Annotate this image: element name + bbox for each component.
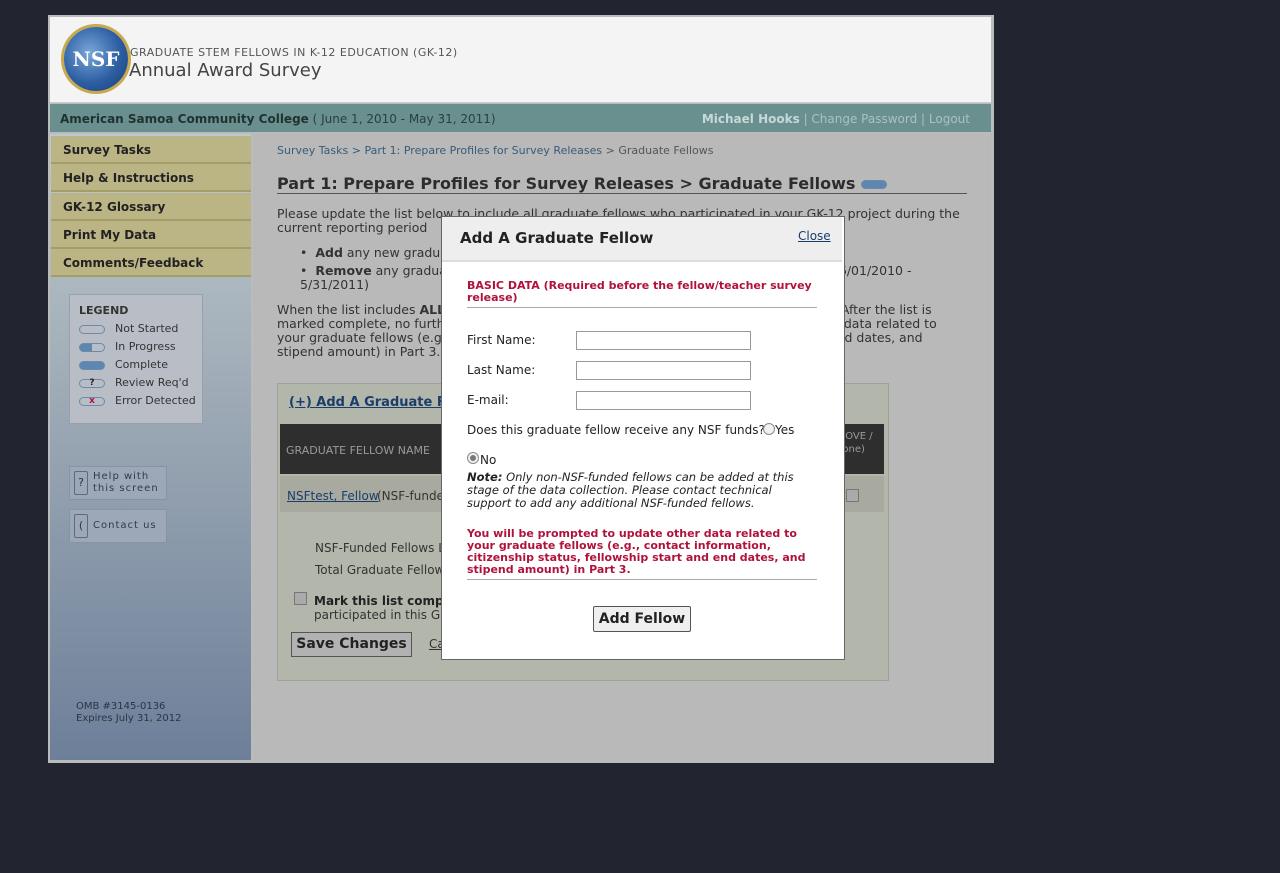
- para-text: When the list includes: [277, 302, 420, 317]
- breadcrumb: Survey Tasks > Part 1: Prepare Profiles …: [277, 144, 714, 157]
- help-label: Help with this screen: [93, 471, 159, 494]
- institution-name: American Samoa Community College: [60, 112, 309, 126]
- breadcrumb-sep: >: [602, 144, 619, 157]
- institution-info: American Samoa Community College ( June …: [60, 112, 496, 126]
- bullet-remove-bold: Remove: [315, 263, 372, 278]
- breadcrumb-survey-tasks[interactable]: Survey Tasks: [277, 144, 348, 157]
- nav-label: Comments/Feedback: [63, 256, 204, 270]
- remove-checkbox[interactable]: [846, 489, 859, 502]
- nav-comments-feedback[interactable]: Comments/Feedback: [51, 249, 251, 277]
- status-pill-empty-icon: [79, 324, 105, 334]
- question-icon: ?: [74, 471, 88, 495]
- close-link[interactable]: Close: [798, 229, 831, 243]
- breadcrumb-sep: >: [348, 144, 365, 157]
- dialog-title: Add A Graduate Fellow: [460, 229, 654, 247]
- breadcrumb-current: Graduate Fellows: [618, 144, 714, 157]
- funding-note: Note: Only non-NSF-funded fellows can be…: [467, 471, 817, 510]
- nav-print-my-data[interactable]: Print My Data: [51, 221, 251, 249]
- add-fellow-button[interactable]: Add Fellow: [593, 606, 691, 632]
- note-text: Only non-NSF-funded fellows can be added…: [467, 470, 794, 510]
- legend-in-progress: In Progress: [79, 340, 176, 353]
- nav-label: GK-12 Glossary: [63, 200, 166, 214]
- nsf-funds-question: Does this graduate fellow receive any NS…: [467, 423, 765, 437]
- omb-expires: Expires July 31, 2012: [76, 713, 182, 724]
- save-changes-button[interactable]: Save Changes: [291, 632, 412, 657]
- nav-survey-tasks[interactable]: Survey Tasks: [51, 136, 251, 164]
- user-links: Michael Hooks | Change Password | Logout: [702, 112, 970, 126]
- yes-radio[interactable]: [763, 423, 775, 435]
- status-pill-full-icon: [79, 360, 105, 370]
- separator: |: [799, 112, 812, 126]
- breadcrumb-part1[interactable]: Part 1: Prepare Profiles for Survey Rele…: [364, 144, 602, 157]
- contact-label: Contact us: [93, 520, 157, 531]
- first-name-input[interactable]: [576, 331, 751, 350]
- last-name-input[interactable]: [576, 361, 751, 380]
- nav-label: Help & Instructions: [63, 171, 194, 185]
- mark-complete-checkbox[interactable]: [294, 592, 307, 605]
- email-input[interactable]: [576, 391, 751, 410]
- legend-label: Complete: [115, 358, 169, 371]
- nav-help-instructions[interactable]: Help & Instructions: [51, 164, 251, 192]
- page-title: Part 1: Prepare Profiles for Survey Rele…: [277, 174, 888, 193]
- fellow-name-link[interactable]: NSFtest, Fellow: [287, 489, 379, 503]
- no-radio[interactable]: [467, 452, 479, 464]
- nsf-logo-icon: NSF: [64, 27, 128, 91]
- status-pill-half-icon: [79, 342, 105, 352]
- legend-label: Review Req'd: [115, 376, 189, 389]
- legend-error: x Error Detected: [79, 394, 196, 407]
- status-pill-icon: [861, 180, 888, 189]
- legend-label: Not Started: [115, 322, 179, 335]
- nav-glossary[interactable]: GK-12 Glossary: [51, 193, 251, 221]
- review-question-icon: ?: [79, 378, 105, 388]
- omb-info: OMB #3145-0136 Expires July 31, 2012: [76, 701, 182, 725]
- error-x-icon: x: [79, 396, 105, 406]
- legend-complete: Complete: [79, 358, 168, 371]
- nav-label: Survey Tasks: [63, 143, 152, 157]
- yes-label: Yes: [775, 423, 795, 437]
- page-title-text: Part 1: Prepare Profiles for Survey Rele…: [277, 174, 856, 193]
- separator: |: [917, 112, 929, 126]
- user-name: Michael Hooks: [701, 112, 800, 126]
- basic-data-heading: BASIC DATA (Required before the fellow/t…: [467, 279, 812, 304]
- omb-number: OMB #3145-0136: [76, 701, 166, 712]
- section-divider: [467, 307, 817, 308]
- no-label: No: [480, 453, 497, 467]
- survey-title: Annual Award Survey: [129, 60, 322, 81]
- title-divider: [277, 193, 967, 194]
- help-with-screen-button[interactable]: ? Help with this screen: [69, 466, 167, 500]
- logout-link[interactable]: Logout: [929, 112, 970, 126]
- bullet-add-bold: Add: [315, 245, 343, 260]
- update-prompt: You will be prompted to update other dat…: [467, 527, 806, 576]
- legend-review: ? Review Req'd: [79, 376, 189, 389]
- note-label: Note:: [467, 470, 503, 484]
- section-divider: [467, 579, 817, 580]
- legend-label: In Progress: [115, 340, 176, 353]
- change-password-link[interactable]: Change Password: [811, 112, 917, 126]
- last-name-label: Last Name:: [467, 363, 536, 377]
- column-fellow-name: GRADUATE FELLOW NAME: [286, 444, 430, 457]
- nav-label: Print My Data: [63, 228, 157, 242]
- email-label: E-mail:: [467, 393, 509, 407]
- legend-label: Error Detected: [115, 394, 196, 407]
- legend-title: LEGEND: [79, 304, 129, 317]
- program-name: GRADUATE STEM FELLOWS IN K-12 EDUCATION …: [130, 46, 458, 59]
- logo-text: NSF: [72, 47, 120, 71]
- contact-us-button[interactable]: ( Contact us: [69, 509, 167, 543]
- reporting-period: ( June 1, 2010 - May 31, 2011): [308, 112, 496, 126]
- first-name-label: First Name:: [467, 333, 536, 347]
- legend-not-started: Not Started: [79, 322, 178, 335]
- phone-icon: (: [74, 514, 88, 538]
